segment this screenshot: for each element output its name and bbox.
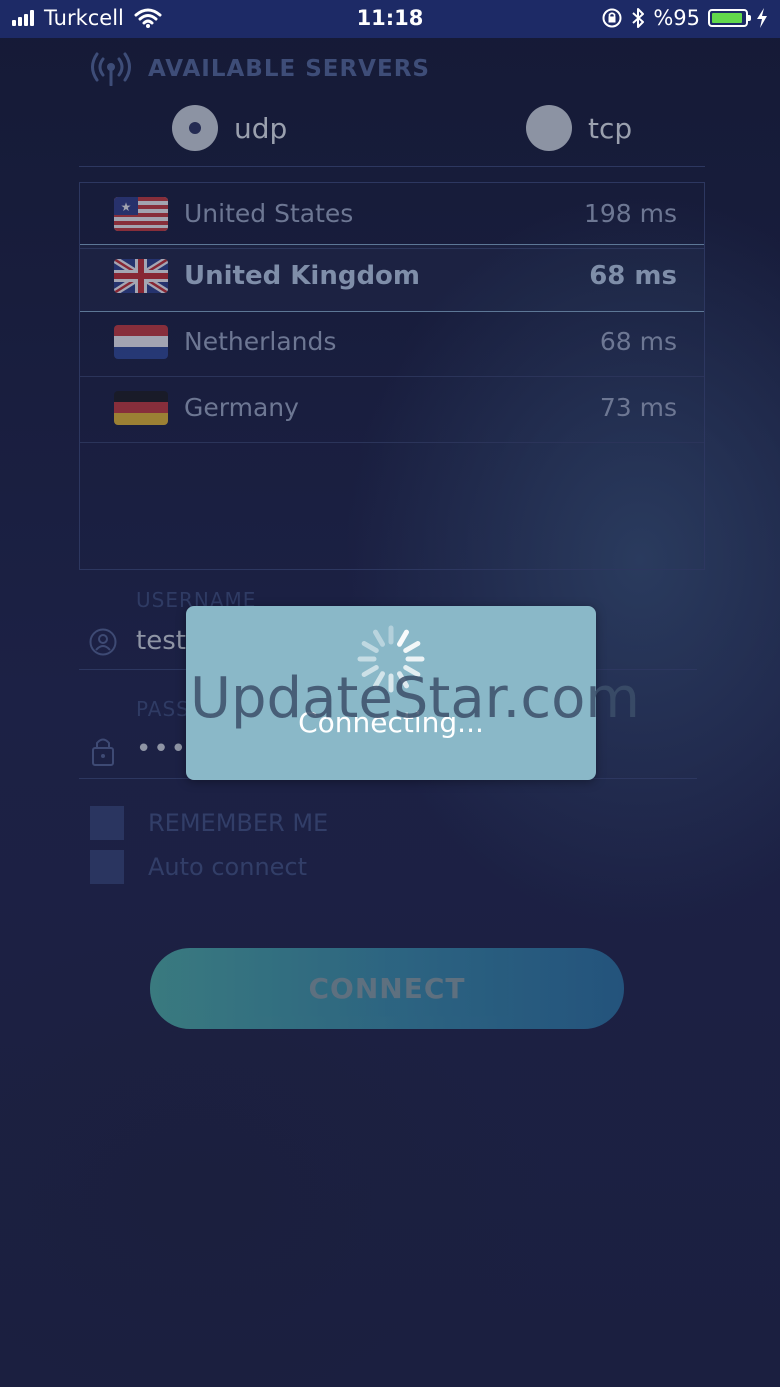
svg-text:★: ★ xyxy=(121,200,132,214)
tcp-label: tcp xyxy=(588,111,633,145)
de-flag-icon xyxy=(114,391,168,425)
status-bar: Turkcell 11:18 %95 xyxy=(0,0,780,38)
udp-radio[interactable] xyxy=(172,105,218,151)
server-ping: 73 ms xyxy=(599,393,677,422)
rotation-lock-icon xyxy=(602,8,622,28)
spinner-tick xyxy=(361,641,379,653)
status-right: %95 xyxy=(601,6,768,30)
spinner-tick xyxy=(373,629,385,647)
app-screen: Turkcell 11:18 %95 AVAILABLE SERVERS udp… xyxy=(0,0,780,1387)
lock-icon xyxy=(92,738,114,766)
connect-button[interactable]: CONNECT xyxy=(150,948,624,1029)
server-name: Germany xyxy=(184,393,299,422)
remember-me-label: REMEMBER ME xyxy=(148,809,329,837)
server-row-netherlands[interactable]: Netherlands 68 ms xyxy=(80,311,704,377)
tcp-radio[interactable] xyxy=(526,105,572,151)
user-icon xyxy=(89,628,117,656)
server-name: United Kingdom xyxy=(184,261,421,291)
servers-header: AVAILABLE SERVERS xyxy=(88,52,430,86)
watermark-text: UpdateStar.com xyxy=(190,666,640,731)
connect-label: CONNECT xyxy=(308,972,466,1005)
spinner-tick xyxy=(397,629,409,647)
protocol-udp-option[interactable]: udp xyxy=(172,105,287,151)
us-flag-icon: ★ xyxy=(114,197,168,231)
server-ping: 68 ms xyxy=(589,261,677,291)
server-name: United States xyxy=(184,199,354,228)
auto-connect-label: Auto connect xyxy=(148,853,308,881)
charging-bolt-icon xyxy=(757,8,767,28)
protocol-tcp-option[interactable]: tcp xyxy=(526,105,632,151)
server-ping: 68 ms xyxy=(599,327,677,356)
server-ping: 198 ms xyxy=(583,199,677,228)
battery-icon xyxy=(708,9,751,27)
divider xyxy=(79,166,705,167)
server-row-united-kingdom[interactable]: United Kingdom 68 ms xyxy=(80,244,704,312)
broadcast-icon xyxy=(91,52,131,86)
servers-title: AVAILABLE SERVERS xyxy=(148,56,430,82)
uk-flag-icon xyxy=(114,259,168,293)
server-name: Netherlands xyxy=(184,327,337,356)
auto-connect-checkbox[interactable] xyxy=(90,850,124,884)
battery-percent: %95 xyxy=(653,6,700,30)
server-list: ★ United States 198 ms United Kingdom 68… xyxy=(79,182,705,570)
server-row-united-states[interactable]: ★ United States 198 ms xyxy=(80,183,704,249)
username-input[interactable]: test xyxy=(136,626,186,656)
battery-level xyxy=(712,13,743,23)
udp-label: udp xyxy=(234,111,288,145)
remember-me-checkbox[interactable] xyxy=(90,806,124,840)
nl-flag-icon xyxy=(114,325,168,359)
spinner-tick xyxy=(403,641,421,653)
bluetooth-icon xyxy=(632,8,645,28)
server-row-germany[interactable]: Germany 73 ms xyxy=(80,377,704,443)
